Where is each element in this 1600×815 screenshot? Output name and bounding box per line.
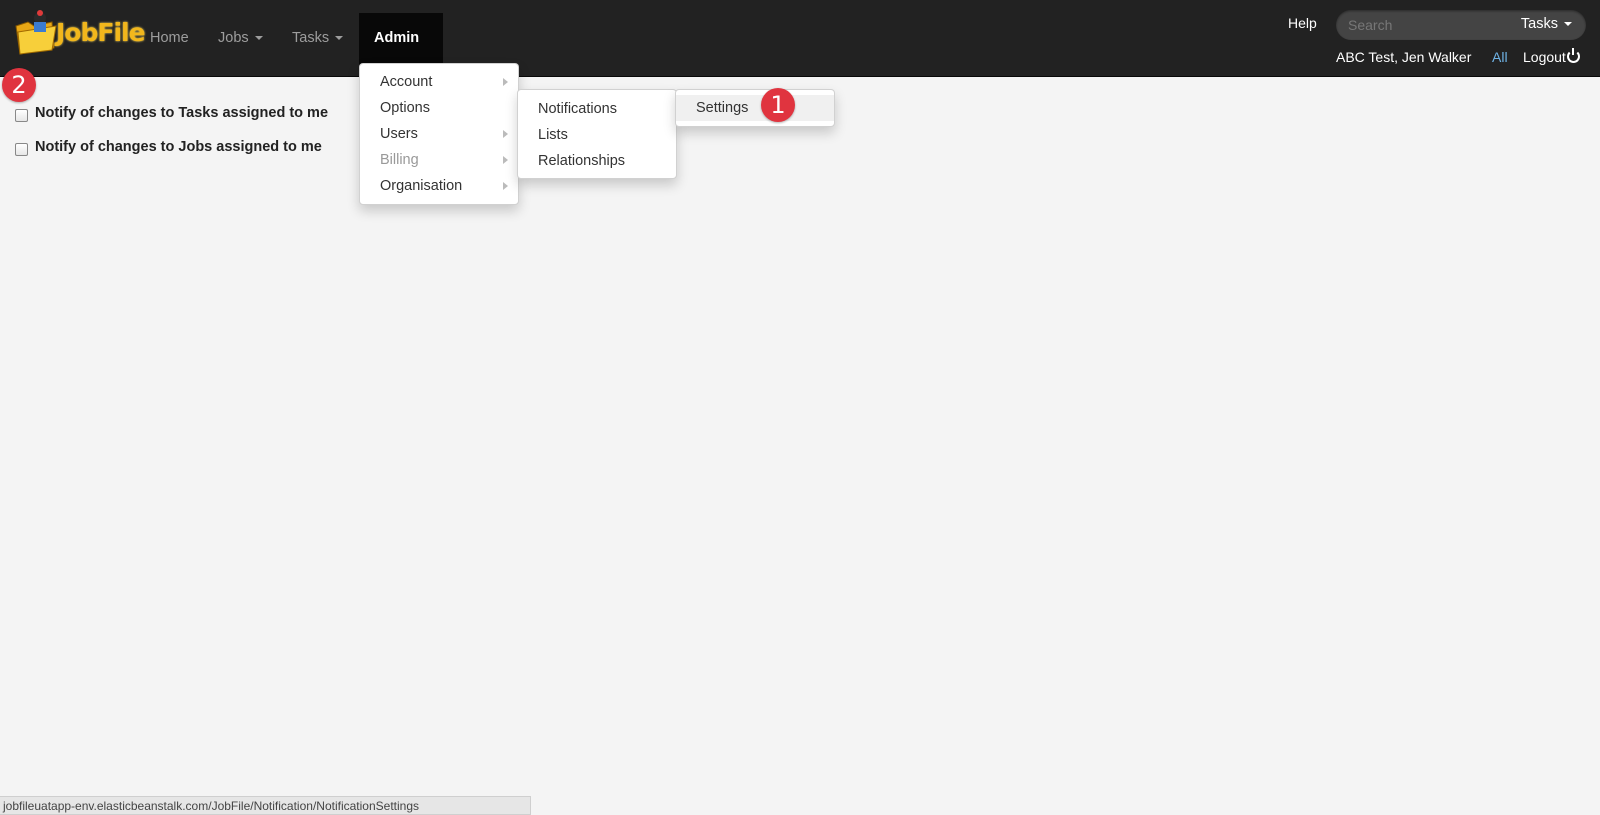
logout-label: Logout bbox=[1523, 49, 1566, 65]
folder-logo-icon bbox=[15, 10, 57, 55]
caret-down-icon bbox=[254, 36, 263, 41]
nav-jobs-label: Jobs bbox=[218, 30, 249, 46]
menu-item-organisation[interactable]: Organisation bbox=[360, 173, 518, 199]
menu-item-users[interactable]: Users bbox=[360, 121, 518, 147]
menu-item-label: Account bbox=[380, 74, 433, 90]
top-navbar: JobFile Home Jobs Tasks Admin Help Tasks… bbox=[0, 0, 1600, 91]
chevron-right-icon bbox=[503, 130, 508, 138]
power-icon bbox=[1566, 48, 1580, 63]
status-bar-url: jobfileuatapp-env.elasticbeanstalk.com/J… bbox=[0, 796, 531, 815]
caret-down-icon bbox=[335, 36, 344, 41]
options-submenu: Notifications Lists Relationships bbox=[517, 89, 677, 179]
jobs-notify-checkbox[interactable] bbox=[15, 143, 28, 156]
menu-item-label: Billing bbox=[380, 152, 419, 168]
menu-item-settings[interactable]: Settings bbox=[676, 95, 834, 121]
menu-item-label: Organisation bbox=[380, 178, 463, 194]
jobs-notify-label: Notify of changes to Jobs assigned to me bbox=[35, 139, 322, 155]
logout-link[interactable]: Logout bbox=[1523, 48, 1580, 65]
chevron-right-icon bbox=[503, 156, 508, 164]
menu-item-lists[interactable]: Lists bbox=[518, 122, 676, 148]
step-badge-2: 2 bbox=[2, 68, 36, 102]
search-scope-dropdown[interactable]: Tasks bbox=[1521, 16, 1572, 32]
nav-admin-label: Admin bbox=[374, 30, 420, 46]
menu-item-options[interactable]: Options bbox=[360, 95, 518, 121]
nav-home-label: Home bbox=[150, 30, 189, 46]
brand-name: JobFile bbox=[56, 18, 146, 47]
notifications-submenu: Settings bbox=[675, 89, 835, 127]
menu-item-label: Relationships bbox=[538, 153, 626, 169]
nav-tasks[interactable]: Tasks bbox=[277, 13, 358, 76]
menu-item-label: Users bbox=[380, 126, 418, 142]
help-link[interactable]: Help bbox=[1288, 15, 1317, 31]
nav-jobs[interactable]: Jobs bbox=[203, 13, 278, 76]
jobfile-logo[interactable]: JobFile bbox=[14, 8, 146, 56]
current-user: ABC Test, Jen Walker bbox=[1336, 49, 1472, 65]
menu-item-notifications[interactable]: Notifications bbox=[518, 96, 676, 122]
step-badge-1: 1 bbox=[761, 88, 795, 122]
menu-item-label: Settings bbox=[696, 100, 749, 116]
menu-item-label: Lists bbox=[538, 127, 568, 143]
caret-down-icon bbox=[1564, 22, 1572, 27]
menu-item-relationships[interactable]: Relationships bbox=[518, 148, 676, 174]
menu-item-billing[interactable]: Billing bbox=[360, 147, 518, 173]
nav-home[interactable]: Home bbox=[135, 13, 204, 76]
search-input[interactable] bbox=[1346, 14, 1500, 36]
chevron-right-icon bbox=[503, 78, 508, 86]
chevron-right-icon bbox=[503, 182, 508, 190]
search-scope-label: Tasks bbox=[1520, 16, 1558, 32]
menu-item-account[interactable]: Account bbox=[360, 69, 518, 95]
all-link[interactable]: All bbox=[1492, 49, 1508, 65]
admin-menu: Account Options Users Billing Organisati… bbox=[359, 63, 519, 205]
nav-tasks-label: Tasks bbox=[292, 30, 330, 46]
search-box: Tasks bbox=[1336, 10, 1586, 40]
menu-item-label: Options bbox=[380, 100, 430, 116]
tasks-notify-label: Notify of changes to Tasks assigned to m… bbox=[35, 105, 329, 121]
menu-item-label: Notifications bbox=[538, 101, 617, 117]
tasks-notify-checkbox[interactable] bbox=[15, 109, 28, 122]
